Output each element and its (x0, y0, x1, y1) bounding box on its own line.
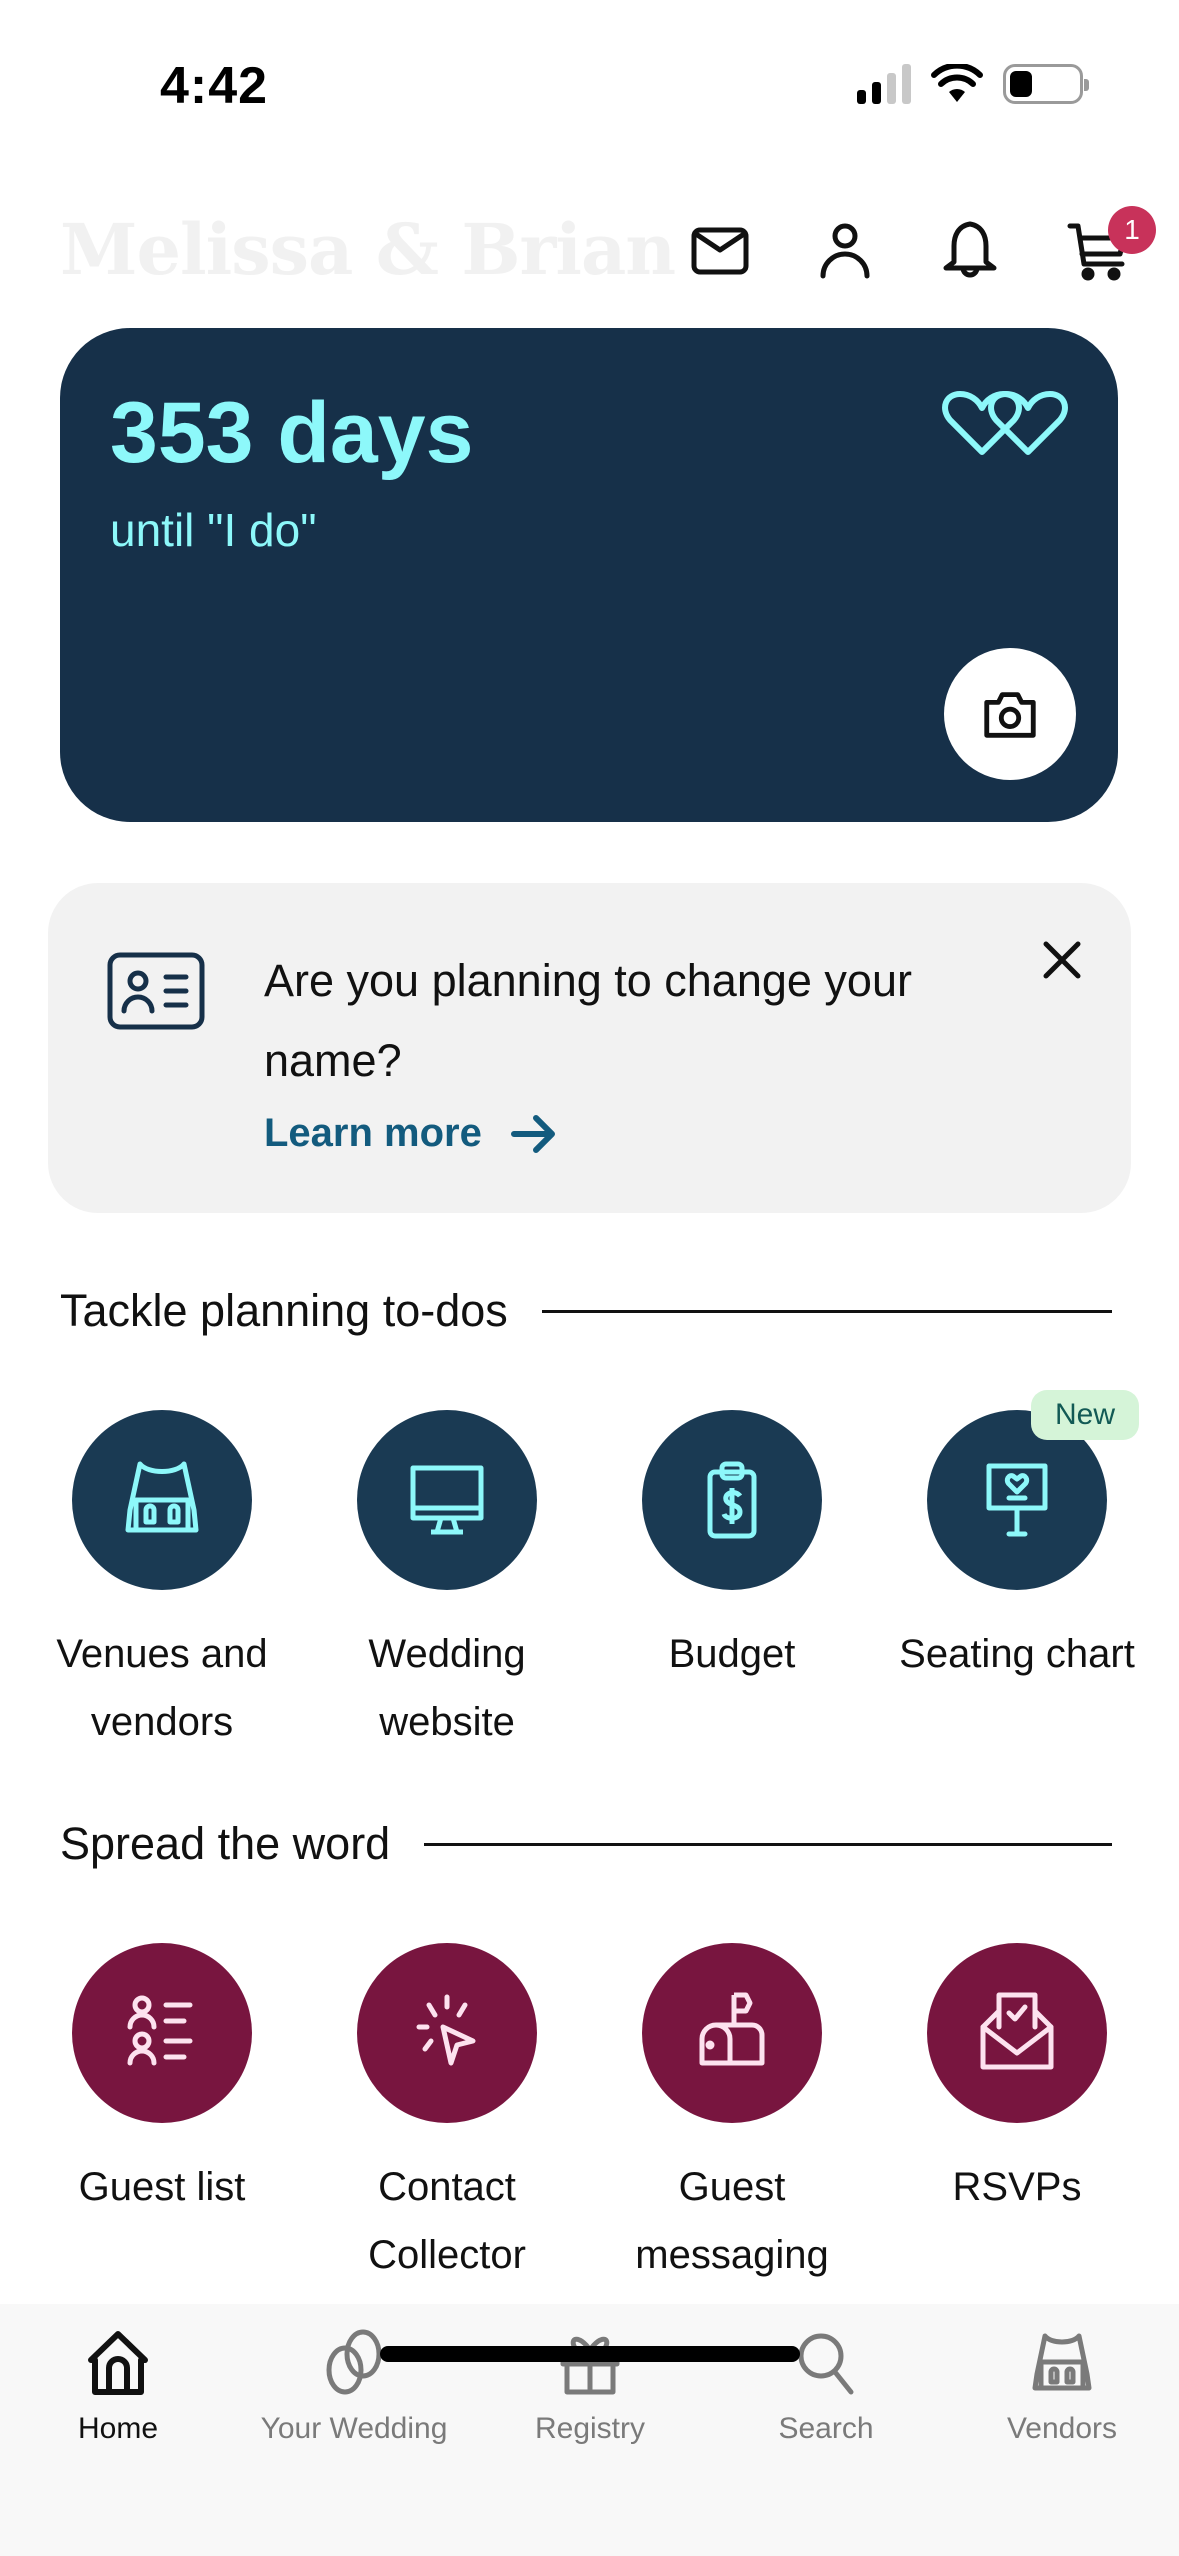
tile-label: Contact Collector (368, 2165, 526, 2277)
tile-contact-collector[interactable]: Contact Collector (327, 1943, 567, 2289)
planning-heading-label: Tackle planning to-dos (60, 1285, 508, 1336)
profile-icon (820, 223, 870, 279)
tile-budget[interactable]: Budget (612, 1410, 852, 1688)
divider (424, 1842, 1112, 1846)
mail-icon (691, 227, 749, 275)
cart-button[interactable]: 1 (1058, 206, 1156, 290)
profile-button[interactable] (805, 210, 885, 290)
close-icon (1043, 941, 1081, 979)
tile-guest-list[interactable]: Guest list (42, 1943, 282, 2221)
guest-list-icon (127, 1995, 193, 2066)
countdown-card[interactable]: 353 days until "I do" (60, 328, 1118, 822)
search-icon (798, 2333, 854, 2395)
name-change-banner: Are you planning to change your name? Le… (48, 883, 1131, 1213)
couple-name-title: Melissa & Brian (60, 208, 676, 291)
arrow-right-icon (510, 1114, 555, 1153)
tab-label: Home (77, 2412, 159, 2445)
notifications-button[interactable] (930, 210, 1010, 290)
planning-tiles: Venues and vendors Wedding website Budge… (0, 1390, 1179, 1770)
camera-icon (984, 692, 1036, 738)
planning-section-heading: Tackle planning to-dos (60, 1285, 1112, 1337)
status-icons (857, 64, 1089, 104)
spread-tiles: Guest list Contact Collector Guest messa… (0, 1943, 1179, 2303)
battery-icon (1003, 64, 1089, 104)
home-indicator (380, 2346, 800, 2362)
budget-clipboard-icon (707, 1461, 757, 1539)
cursor-click-icon (416, 1994, 476, 2066)
venue-icon (1032, 2333, 1092, 2391)
mailbox-icon (699, 1992, 765, 2066)
envelope-check-icon (980, 1992, 1054, 2070)
countdown-subtitle: until "I do" (110, 504, 317, 556)
tile-guest-messaging[interactable]: Guest messaging (612, 1943, 852, 2289)
bottom-tab-bar: Home Your Wedding Registry Search Vendor… (0, 2304, 1179, 2556)
seating-sign-icon (986, 1463, 1048, 1537)
learn-more-label: Learn more (264, 1111, 482, 1155)
tab-vendors[interactable]: Vendors (944, 2328, 1179, 2446)
spread-heading-label: Spread the word (60, 1818, 391, 1869)
countdown-days: 353 days (110, 385, 474, 481)
messages-button[interactable] (680, 210, 760, 290)
home-icon (88, 2331, 148, 2395)
tab-home[interactable]: Home (0, 2328, 236, 2446)
app-header: Melissa & Brian 1 (0, 190, 1179, 310)
wifi-icon (931, 64, 983, 102)
tile-rsvps[interactable]: RSVPs (897, 1943, 1137, 2221)
tile-wedding-website[interactable]: Wedding website (327, 1410, 567, 1756)
tile-label: Venues and vendors (56, 1632, 268, 1744)
learn-more-link[interactable]: Learn more (264, 1111, 558, 1156)
cart-count-badge: 1 (1108, 206, 1156, 254)
close-banner-button[interactable] (1035, 933, 1089, 987)
tile-seating-chart[interactable]: New Seating chart (897, 1390, 1139, 1688)
tile-label: Wedding website (368, 1632, 526, 1744)
cellular-signal-icon (857, 64, 911, 104)
tile-label: Guest list (78, 2165, 246, 2209)
spread-section-heading: Spread the word (60, 1818, 1112, 1870)
new-badge: New (1030, 1390, 1139, 1440)
add-photo-button[interactable] (944, 648, 1076, 780)
double-heart-icon (942, 391, 1068, 455)
tile-venues-and-vendors[interactable]: Venues and vendors (42, 1410, 282, 1756)
tab-label: Vendors (1006, 2412, 1118, 2445)
venue-icon (125, 1461, 199, 1533)
tab-label: Your Wedding (260, 2412, 448, 2445)
bell-icon (943, 221, 997, 278)
tile-label: Guest messaging (635, 2165, 829, 2277)
divider (541, 1309, 1112, 1313)
tab-label: Search (778, 2412, 874, 2445)
tab-label: Registry (534, 2412, 646, 2445)
gift-icon (560, 2336, 620, 2395)
id-card-icon (107, 952, 205, 1030)
status-bar: 4:42 (0, 0, 1179, 170)
banner-message: Are you planning to change your name? (264, 955, 912, 1086)
tile-label: Budget (668, 1632, 796, 1676)
tile-label: RSVPs (952, 2165, 1082, 2209)
monitor-icon (410, 1465, 484, 1535)
tile-label: Seating chart (899, 1632, 1135, 1676)
rings-icon (326, 2329, 382, 2395)
status-time: 4:42 (160, 57, 269, 115)
